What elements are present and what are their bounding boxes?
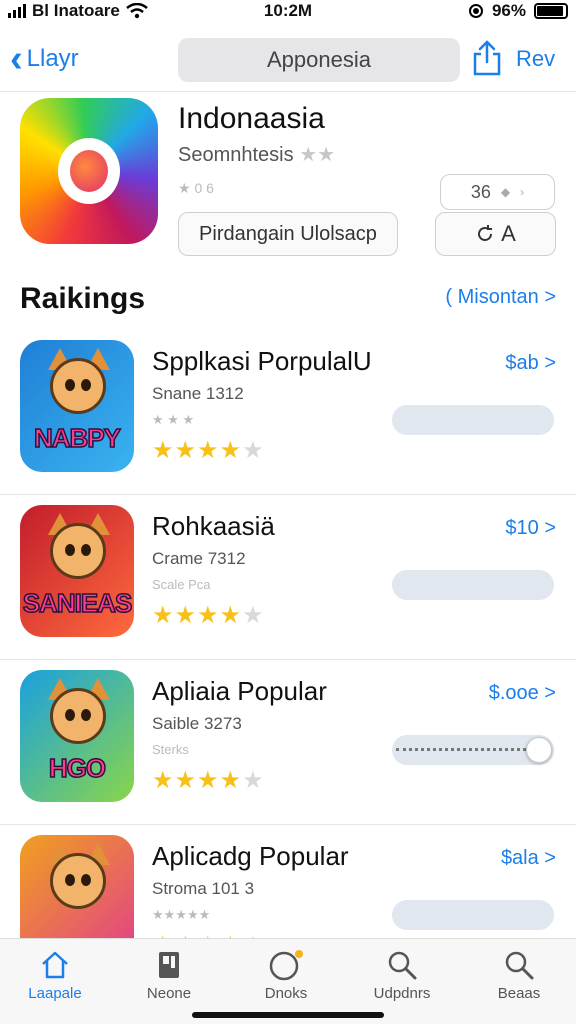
version-value: 36 <box>470 181 491 202</box>
star-rating: ★★★★★ <box>152 601 265 630</box>
rankings-title: Raikings <box>20 282 146 315</box>
battery-icon <box>534 3 568 19</box>
tab-label: Beaas <box>497 985 541 1002</box>
slider-knob[interactable] <box>526 737 552 763</box>
item-meta: Scale Pca <box>152 577 211 592</box>
tab-search[interactable]: Beaas <box>464 945 574 1013</box>
app-icon <box>20 98 158 244</box>
tab-label: Udpdnrs <box>373 985 431 1002</box>
rev-button[interactable]: Rev <box>516 46 555 72</box>
back-label: Llayr <box>26 45 79 72</box>
app-rating: ★ 0 6 <box>178 180 214 196</box>
price-link[interactable]: $ala > <box>501 847 556 870</box>
home-icon <box>42 951 68 979</box>
tab-home[interactable]: Laapale <box>0 945 110 1013</box>
tab-neone[interactable]: Neone <box>114 945 224 1013</box>
list-item[interactable]: NABPY Spplkasi PorpulalU Snane 1312 ★ ★ … <box>0 330 576 495</box>
star-icon: ★ <box>197 767 220 794</box>
star-icon: ★ <box>174 602 198 629</box>
status-bar: Bl Inatoare 10:2M 96% <box>0 0 576 24</box>
item-meta: ★★★★★ <box>152 907 211 922</box>
game-icon: NABPY <box>20 340 134 472</box>
star-icon: ★ <box>219 767 243 794</box>
star-icon: ★ <box>152 437 175 464</box>
tab-label: Laapale <box>28 985 82 1002</box>
item-name: Aplicadg Popular <box>152 841 349 871</box>
diamond-icon: ◆ <box>500 185 511 199</box>
item-subtitle: Stroma 101 3 <box>152 879 255 898</box>
language-label: A <box>501 221 516 246</box>
home-indicator <box>192 1012 384 1018</box>
star-icon: ★ <box>152 767 175 794</box>
tab-label: Neone <box>146 985 192 1002</box>
star-icon: ★ <box>197 602 220 629</box>
list-item[interactable]: HGO Apliaia Popular Saible 3273 Sterks ★… <box>0 660 576 825</box>
star-rating: ★★★★★ <box>152 436 265 465</box>
icon-wordmark: NABPY <box>33 422 122 454</box>
battery-percent: 96% <box>491 1 526 20</box>
price-link[interactable]: $ab > <box>505 352 556 375</box>
tab-label: Dnoks <box>264 985 308 1002</box>
get-button[interactable] <box>392 405 554 435</box>
language-button[interactable]: A <box>435 212 556 256</box>
book-icon <box>159 952 179 978</box>
app-developer[interactable]: Seomnhtesis ★★ <box>178 142 335 167</box>
get-button[interactable] <box>392 900 554 930</box>
price-link[interactable]: $.ooe > <box>489 682 556 705</box>
app-name: Indonaasia <box>178 102 325 135</box>
item-subtitle: Crame 7312 <box>152 549 246 568</box>
star-icon: ★★ <box>299 144 336 166</box>
version-pill[interactable]: 36 ◆ › <box>440 174 555 210</box>
star-icon: ★ <box>219 437 243 464</box>
slider-track <box>396 748 526 753</box>
search-icon <box>388 951 417 980</box>
icon-wordmark: SANIEAS <box>22 587 133 619</box>
see-all-link[interactable]: ( Misontan > <box>445 286 556 309</box>
item-meta: Sterks <box>152 742 189 757</box>
chevron-left-icon: ‹ <box>10 38 23 80</box>
search-icon <box>505 951 534 980</box>
item-subtitle: Saible 3273 <box>152 714 242 733</box>
share-icon[interactable] <box>472 40 502 76</box>
star-rating: ★★★★★ <box>152 766 265 795</box>
star-icon: ★ <box>197 437 220 464</box>
refresh-icon <box>478 225 493 241</box>
list-item[interactable]: SANIEAS Rohkaasiä Crame 7312 Scale Pca ★… <box>0 495 576 660</box>
star-icon: ★ <box>174 437 198 464</box>
location-icon <box>468 4 483 18</box>
toggle-slider[interactable] <box>392 735 554 765</box>
star-icon: ★ <box>174 767 198 794</box>
page-title: Apponesia <box>178 38 460 82</box>
game-icon: HGO <box>20 670 134 802</box>
price-link[interactable]: $10 > <box>505 517 556 540</box>
tab-updates[interactable]: Udpdnrs <box>347 945 457 1013</box>
app-header: Indonaasia Seomnhtesis ★★ ★ 0 6 Pirdanga… <box>0 92 576 272</box>
install-button[interactable]: Pirdangain Ulolsacp <box>178 212 398 256</box>
back-button[interactable]: ‹ Llayr <box>10 40 79 78</box>
chevron-right-icon: › <box>520 185 525 199</box>
item-subtitle: Snane 1312 <box>152 384 244 403</box>
tab-dnoks[interactable]: Dnoks <box>231 945 341 1013</box>
compass-icon <box>269 950 303 981</box>
get-button[interactable] <box>392 570 554 600</box>
item-name: Apliaia Popular <box>152 676 327 706</box>
item-meta: ★ ★ ★ <box>152 412 195 427</box>
navigation-bar: ‹ Llayr Apponesia Rev <box>0 30 576 92</box>
developer-name: Seomnhtesis <box>178 144 294 166</box>
star-icon: ★ <box>242 767 265 794</box>
star-icon: ★ <box>242 437 265 464</box>
item-name: Rohkaasiä <box>152 511 275 541</box>
item-name: Spplkasi PorpulalU <box>152 346 372 376</box>
star-icon: ★ <box>219 602 243 629</box>
status-right: 96% <box>468 1 568 21</box>
game-icon: SANIEAS <box>20 505 134 637</box>
star-icon: ★ <box>242 602 265 629</box>
star-icon: ★ <box>152 602 175 629</box>
icon-wordmark: HGO <box>48 752 107 784</box>
